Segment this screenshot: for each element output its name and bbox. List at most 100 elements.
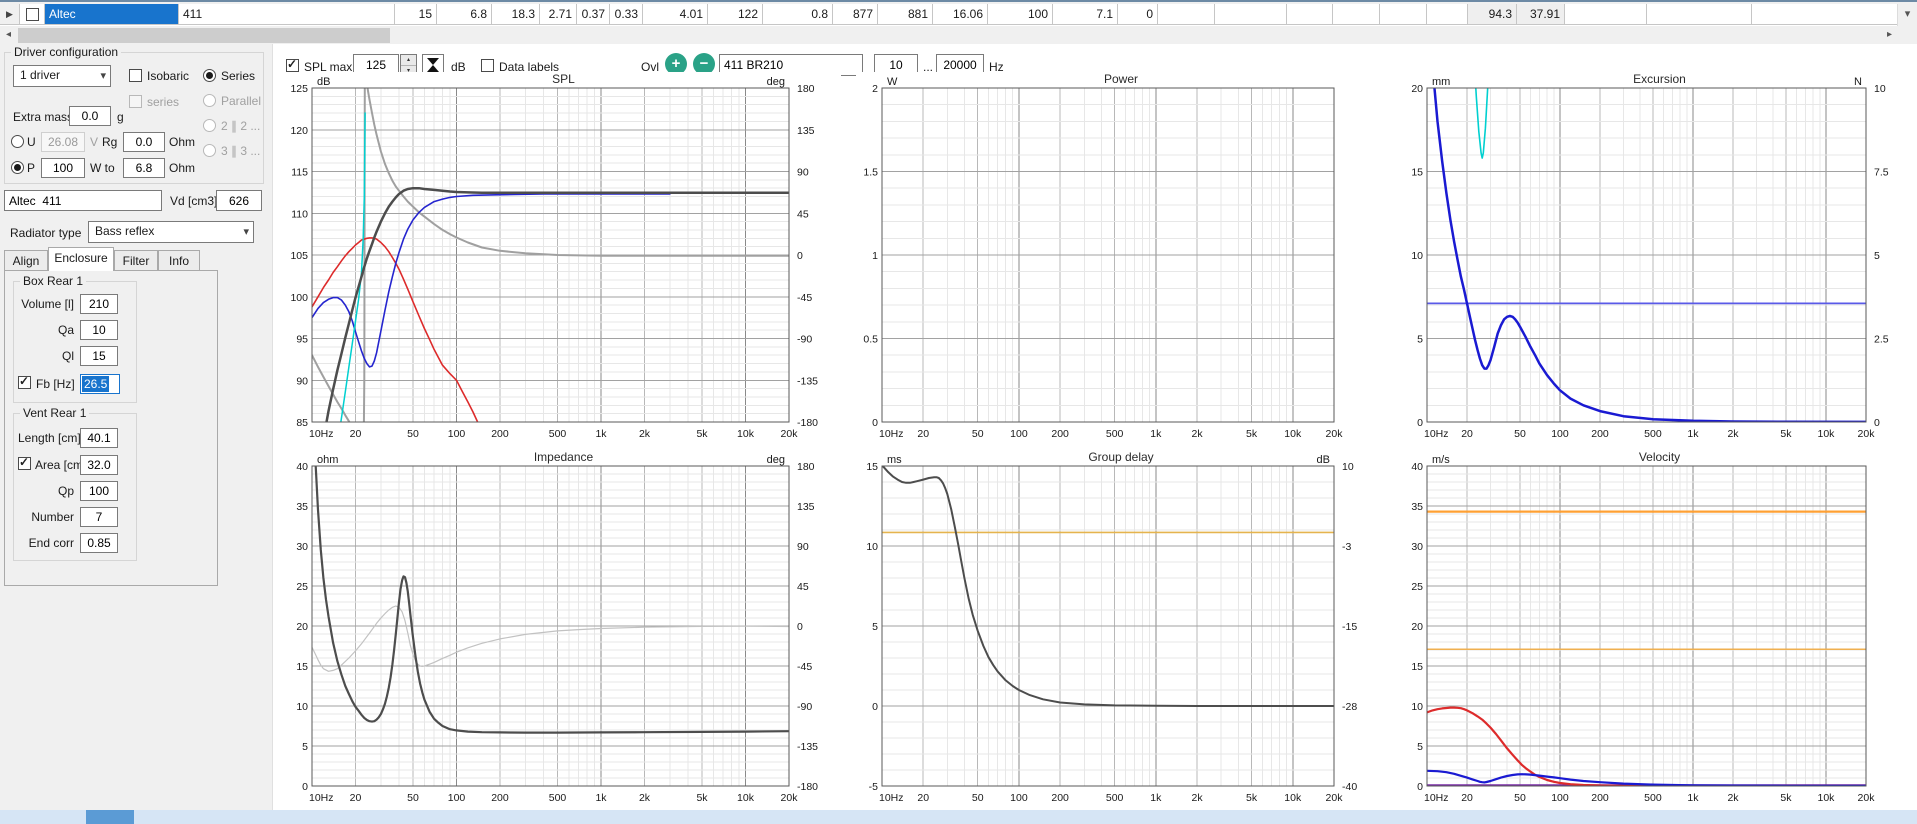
2x2-radio[interactable]: [203, 119, 216, 132]
qa-field[interactable]: [80, 320, 118, 340]
svg-text:200: 200: [491, 792, 509, 804]
table-cell[interactable]: 4.01: [643, 4, 708, 25]
power-radio[interactable]: [11, 161, 24, 174]
table-cell[interactable]: 0.33: [610, 4, 643, 25]
spin-up-icon[interactable]: ▴: [401, 55, 416, 66]
table-cell[interactable]: 877: [833, 4, 878, 25]
table-cell[interactable]: 411: [179, 4, 395, 25]
table-cell[interactable]: 94.3: [1468, 4, 1517, 25]
driver-count-value: 1 driver: [20, 68, 61, 82]
volume-label: Volume [l]: [21, 297, 74, 311]
row-checkbox[interactable]: [25, 7, 39, 21]
driver-name-field[interactable]: [4, 190, 162, 211]
table-cell[interactable]: Altec: [45, 4, 179, 25]
svg-text:20: 20: [1461, 792, 1473, 804]
svg-text:0: 0: [302, 781, 308, 793]
table-cell[interactable]: [1752, 4, 1898, 25]
scroll-right-icon[interactable]: ▸: [1881, 27, 1898, 44]
isobaric-checkbox[interactable]: [129, 69, 142, 82]
svg-text:10: 10: [1411, 701, 1423, 713]
table-cell[interactable]: [1287, 4, 1333, 25]
table-cell[interactable]: [1565, 4, 1647, 25]
voltage-radio[interactable]: [11, 135, 24, 148]
svg-text:200: 200: [1051, 792, 1069, 804]
table-cell[interactable]: [1158, 4, 1215, 25]
svg-text:deg: deg: [767, 76, 785, 88]
svg-text:-28: -28: [1342, 701, 1357, 713]
impedance-field[interactable]: [123, 158, 165, 178]
voltage-radio-label: U: [27, 135, 36, 149]
scroll-left-icon[interactable]: ◂: [0, 27, 17, 44]
chart-excursion: Excursion 20 15 10 5 0 10 7.5 5 2.5 0 10Hz 20 50 100 20…: [1401, 72, 1917, 447]
svg-text:1: 1: [872, 250, 878, 262]
ql-field[interactable]: [80, 346, 118, 366]
fb-checkbox[interactable]: [18, 375, 31, 389]
table-cell[interactable]: [1333, 4, 1380, 25]
3x3-radio[interactable]: [203, 144, 216, 157]
table-cell[interactable]: [1380, 4, 1427, 25]
driver-table-row[interactable]: ▶ Altec 411 15 6.8 18.3 2.71 0.37 0.33 4.01 122 0.…: [0, 4, 1898, 26]
chart-svg-power: Power 2 1.5 1 0.5 010Hz 20 50 100 200 500 1k 2k 5k 10k…: [863, 72, 1343, 440]
fb-field[interactable]: 26.5: [80, 374, 120, 394]
svg-text:-90: -90: [797, 334, 812, 346]
tab-filter[interactable]: Filter: [114, 250, 158, 271]
table-cell[interactable]: 100: [988, 4, 1053, 25]
vd-field[interactable]: [216, 190, 262, 211]
box-rear-group: Box Rear 1 Volume [l] Qa Ql Fb [Hz] 26.5: [13, 274, 137, 403]
series-checkbox[interactable]: [129, 95, 142, 108]
svg-text:100: 100: [1010, 792, 1028, 804]
svg-text:500: 500: [549, 792, 567, 804]
scrollbar-thumb[interactable]: [18, 28, 390, 43]
power-radio-label: P: [27, 161, 36, 175]
parallel-radio[interactable]: [203, 94, 216, 107]
volume-field[interactable]: [80, 294, 118, 314]
table-cell[interactable]: 122: [708, 4, 763, 25]
voltage-field[interactable]: [41, 132, 85, 152]
svg-text:20: 20: [350, 792, 362, 804]
series-cone-excursion: [1433, 88, 1866, 422]
table-cell[interactable]: [1215, 4, 1287, 25]
extra-mass-field[interactable]: [69, 106, 111, 126]
table-cell[interactable]: 16.06: [933, 4, 988, 25]
tab-info[interactable]: Info: [158, 250, 200, 271]
table-cell[interactable]: 6.8: [437, 4, 492, 25]
horizontal-scrollbar[interactable]: ◂ ▸: [0, 27, 1898, 44]
table-cell[interactable]: 0: [1118, 4, 1158, 25]
table-cell[interactable]: [1427, 4, 1468, 25]
vent-rear-group: Vent Rear 1 Length [cm] Area [cm2 Qp Num…: [13, 406, 137, 561]
table-cell[interactable]: 7.1: [1053, 4, 1118, 25]
area-field[interactable]: [80, 455, 118, 475]
endcorr-field[interactable]: [80, 533, 118, 553]
svg-text:dB: dB: [317, 76, 330, 88]
series-impedance-phase: [312, 605, 789, 672]
svg-text:20k: 20k: [781, 792, 799, 804]
series-port-limit: [1474, 88, 1489, 159]
data-labels-checkbox[interactable]: [481, 59, 494, 72]
table-cell[interactable]: 881: [878, 4, 933, 25]
number-field[interactable]: [80, 507, 118, 527]
group-title: Driver configuration: [11, 45, 122, 59]
table-cell[interactable]: 2.71: [540, 4, 577, 25]
svg-text:Excursion: Excursion: [1633, 72, 1686, 86]
svg-text:5k: 5k: [1246, 792, 1258, 804]
power-field[interactable]: [41, 158, 85, 178]
rg-field[interactable]: [123, 132, 165, 152]
table-cell[interactable]: 0.8: [763, 4, 833, 25]
qp-field[interactable]: [80, 481, 118, 501]
driver-count-select[interactable]: 1 driver ▾: [13, 65, 111, 87]
table-cell[interactable]: [1647, 4, 1752, 25]
table-cell[interactable]: 15: [395, 4, 437, 25]
series-radio[interactable]: [203, 69, 216, 82]
tab-enclosure[interactable]: Enclosure: [48, 247, 114, 271]
tab-align[interactable]: Align: [4, 250, 48, 271]
table-cell[interactable]: 0.37: [577, 4, 610, 25]
svg-text:1k: 1k: [1687, 428, 1699, 440]
table-cell[interactable]: 18.3: [492, 4, 540, 25]
spl-max-checkbox[interactable]: [286, 58, 299, 72]
area-checkbox[interactable]: [18, 456, 31, 470]
svg-text:105: 105: [290, 250, 308, 262]
length-field[interactable]: [80, 428, 118, 448]
table-cell[interactable]: 37.91: [1517, 4, 1565, 25]
radiator-type-select[interactable]: Bass reflex ▾: [88, 221, 254, 243]
scroll-down-icon[interactable]: ▾: [1897, 4, 1917, 26]
